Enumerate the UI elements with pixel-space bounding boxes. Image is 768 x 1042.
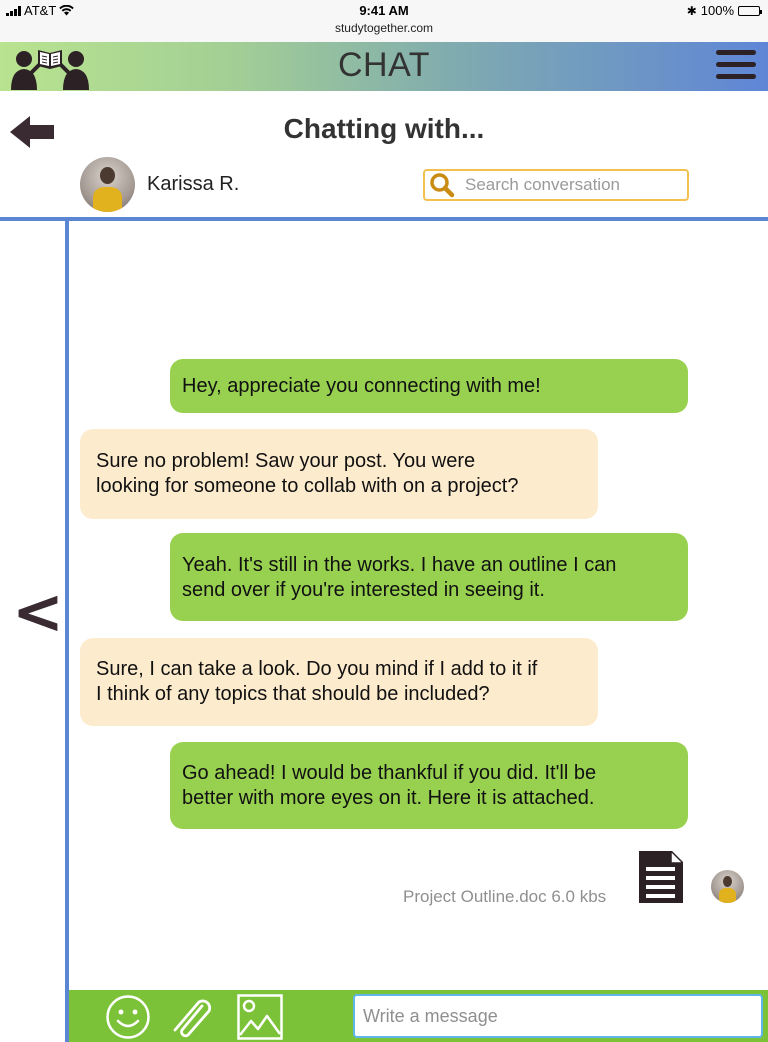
message-line: looking for someone to collab with on a … bbox=[96, 475, 519, 497]
message-line: Sure, I can take a look. Do you mind if … bbox=[96, 658, 538, 680]
smiley-icon[interactable] bbox=[105, 994, 151, 1040]
message-line: better with more eyes on it. Here it is … bbox=[182, 787, 595, 809]
battery-percent: 100% bbox=[700, 3, 734, 18]
address-bar-url[interactable]: studytogether.com bbox=[0, 21, 768, 35]
message-bubble-sent: Go ahead! I would be thankful if you did… bbox=[170, 742, 688, 829]
page-title: CHAT bbox=[337, 46, 431, 84]
status-right: ✱ 100% bbox=[686, 3, 762, 18]
message-line: Yeah. It's still in the works. I have an… bbox=[182, 554, 617, 576]
app-header: CHAT bbox=[0, 42, 768, 91]
status-time: 9:41 AM bbox=[359, 3, 409, 18]
message-bubble-received: Sure no problem! Saw your post. You were… bbox=[80, 429, 598, 519]
message-bubble-sent: Yeah. It's still in the works. I have an… bbox=[170, 533, 688, 621]
paperclip-icon[interactable] bbox=[170, 994, 218, 1040]
contact-avatar[interactable] bbox=[80, 157, 135, 212]
hamburger-menu-icon[interactable] bbox=[716, 50, 756, 84]
search-input[interactable] bbox=[463, 174, 677, 196]
search-conversation-field[interactable] bbox=[423, 169, 689, 201]
contact-name[interactable]: Karissa R. bbox=[147, 173, 239, 196]
attachment-label[interactable]: Project Outline.doc 6.0 kbs bbox=[403, 887, 606, 907]
message-line: Hey, appreciate you connecting with me! bbox=[182, 375, 541, 397]
sidebar-divider bbox=[65, 221, 69, 1042]
chat-title: Chatting with... bbox=[283, 113, 485, 144]
header-divider bbox=[0, 217, 768, 221]
bluetooth-icon: ✱ bbox=[686, 3, 697, 18]
image-icon[interactable] bbox=[237, 994, 283, 1040]
collapse-sidebar-chevron-icon[interactable]: < bbox=[12, 581, 64, 643]
message-bubble-received: Sure, I can take a look. Do you mind if … bbox=[80, 638, 598, 726]
sender-avatar bbox=[711, 870, 744, 903]
message-input[interactable] bbox=[353, 994, 763, 1038]
status-bar: AT&T 9:41 AM studytogether.com ✱ 100% bbox=[0, 0, 768, 43]
document-icon[interactable] bbox=[639, 851, 683, 903]
battery-icon bbox=[738, 5, 762, 16]
message-line: Go ahead! I would be thankful if you did… bbox=[182, 762, 597, 784]
message-bubble-sent: Hey, appreciate you connecting with me! bbox=[170, 359, 688, 413]
message-line: send over if you're interested in seeing… bbox=[182, 579, 545, 601]
message-line: I think of any topics that should be inc… bbox=[96, 683, 490, 705]
message-line: Sure no problem! Saw your post. You were bbox=[96, 450, 476, 472]
search-icon[interactable] bbox=[429, 172, 455, 198]
